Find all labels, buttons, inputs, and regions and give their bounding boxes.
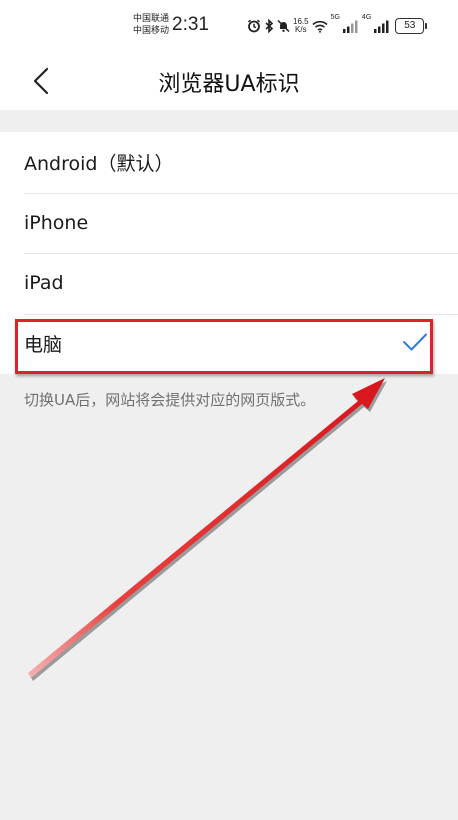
option-label: Android（默认） [24,152,174,175]
option-android[interactable]: Android（默认） [0,132,458,193]
signal-icon [342,20,359,33]
signal-1-label: 5G [330,14,340,21]
signal-icon [374,20,390,33]
signal-2-label: 4G [361,14,372,21]
status-icons: 16.5 K/s 5G 4G 53 [247,13,428,39]
clock: 2:31 [172,14,209,35]
network-speed: 16.5 K/s [293,18,309,34]
option-iphone[interactable]: iPhone [0,192,458,254]
carrier-info: 中国联通 中国移动 [133,13,169,37]
mute-icon [277,19,290,33]
alarm-icon [247,19,261,33]
annotation-arrow [28,378,387,681]
page-title: 浏览器UA标识 [158,72,300,97]
option-desktop[interactable]: 电脑 [0,313,458,375]
carrier-1: 中国联通 [133,14,170,24]
wifi-icon [312,20,328,33]
option-label: iPad [24,272,64,295]
option-ipad[interactable]: iPad [0,253,458,314]
hint-text: 切换UA后，网站将会提供对应的网页版式。 [24,391,316,409]
ua-options-list: Android（默认） iPhone iPad 电脑 [0,132,458,374]
battery-icon: 53 [395,18,428,34]
screen: 中国联通 中国移动 2:31 16.5 K/s 5G 4G 53 浏览器UA标识… [0,0,458,820]
option-label: iPhone [24,211,89,234]
carrier-2: 中国移动 [133,26,170,36]
title-bar: 浏览器UA标识 [0,52,458,110]
status-bar: 中国联通 中国移动 2:31 16.5 K/s 5G 4G 53 [0,0,458,52]
bluetooth-icon [264,19,274,33]
option-label: 电脑 [24,334,63,357]
checkmark-icon [403,333,427,350]
net-speed-unit: K/s [295,25,307,34]
